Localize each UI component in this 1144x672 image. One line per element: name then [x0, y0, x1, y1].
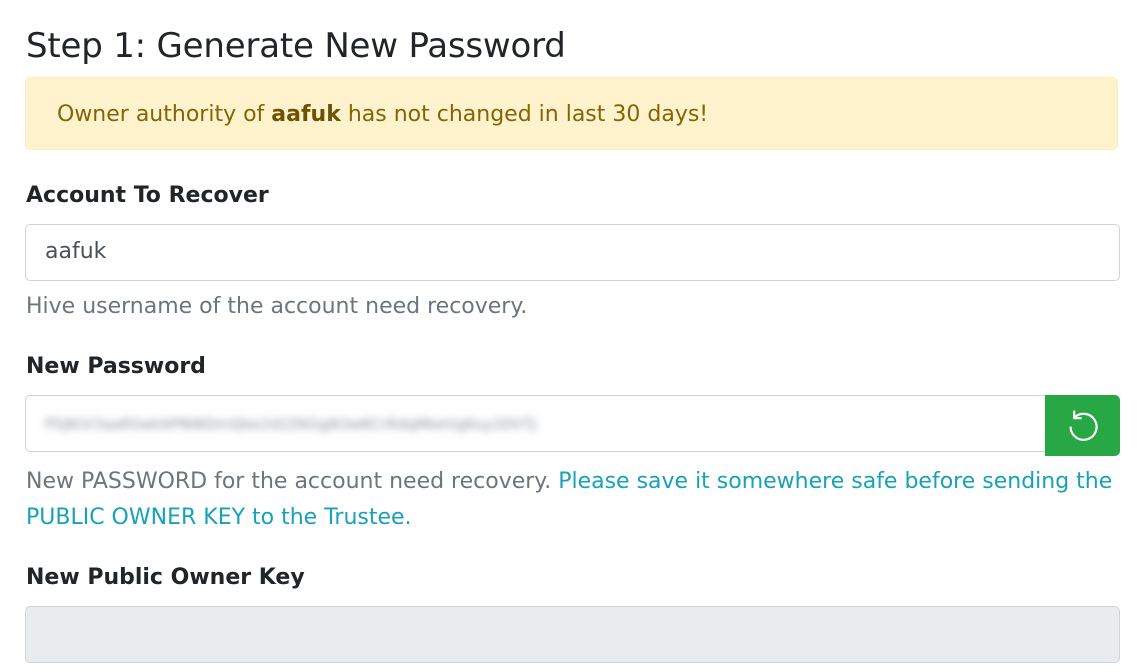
password-label: New Password	[26, 354, 206, 379]
alert-suffix: has not changed in last 30 days!	[340, 102, 709, 127]
owner-key-input[interactable]	[25, 606, 1120, 663]
password-help-prefix: New PASSWORD for the account need recove…	[26, 469, 559, 494]
account-help-text: Hive username of the account need recove…	[26, 294, 528, 319]
password-help-text: New PASSWORD for the account need recove…	[26, 464, 1116, 536]
alert-account: aafuk	[271, 102, 341, 127]
recovery-step-1: Step 1: Generate New Password Owner auth…	[0, 0, 1144, 672]
alert-prefix: Owner authority of	[57, 102, 272, 127]
owner-key-label: New Public Owner Key	[26, 565, 305, 590]
warning-alert: Owner authority of aafuk has not changed…	[25, 77, 1118, 150]
password-input-value: P5JKtV3aaRSwk6PNWDmQbe2d2ZKGgN3wKCrRdqMk…	[45, 417, 537, 433]
refresh-icon	[1069, 409, 1098, 441]
password-input[interactable]: P5JKtV3aaRSwk6PNWDmQbe2d2ZKGgN3wKCrRdqMk…	[25, 395, 1046, 452]
account-label: Account To Recover	[26, 183, 269, 208]
account-input[interactable]: aafuk	[25, 224, 1120, 281]
page-title: Step 1: Generate New Password	[26, 26, 566, 66]
password-help-warning-line2: PUBLIC OWNER KEY to the Trustee.	[26, 505, 412, 530]
password-help-warning-line1: Please save it somewhere safe before sen…	[558, 469, 1113, 494]
generate-password-button[interactable]	[1045, 395, 1120, 456]
account-input-value: aafuk	[45, 239, 107, 264]
